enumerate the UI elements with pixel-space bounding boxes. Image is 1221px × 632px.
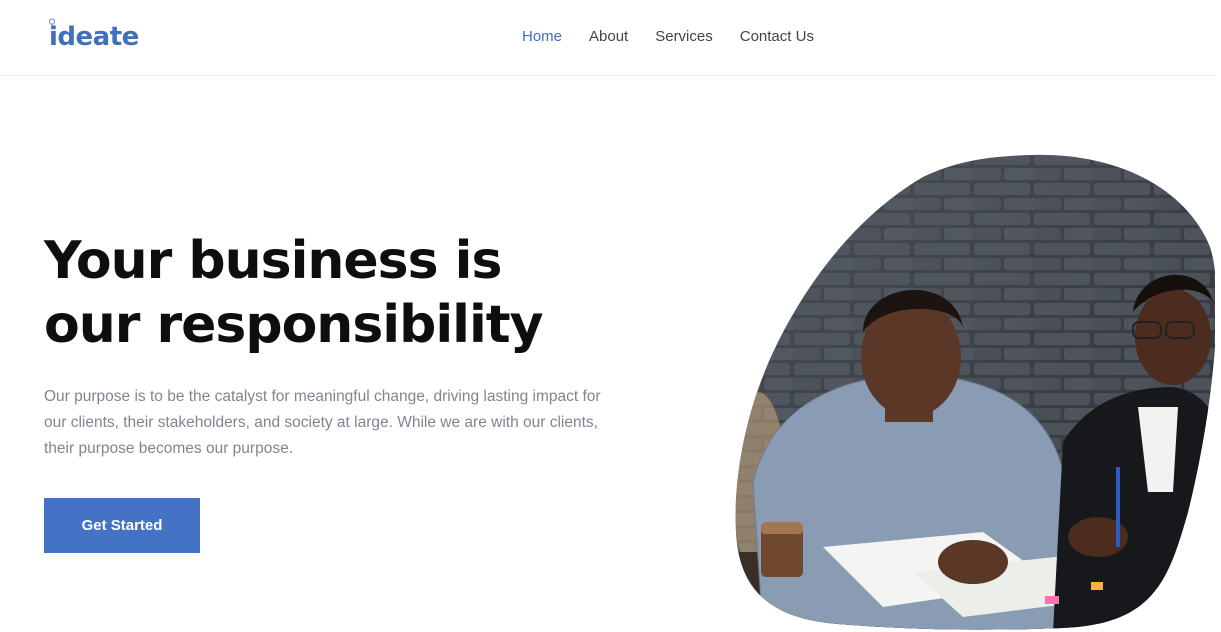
hero-image (735, 154, 1215, 630)
hero-description: Our purpose is to be the catalyst for me… (44, 388, 601, 457)
nav-item-about[interactable]: About (589, 28, 628, 46)
hero-title-line-2: our responsibility (44, 295, 544, 355)
brand-logo[interactable]: ideate (48, 18, 139, 58)
nav-item-services[interactable]: Services (655, 28, 713, 46)
nav-item-home[interactable]: Home (522, 28, 562, 46)
brand-name: ideate (49, 22, 139, 52)
navbar: ideate Home About Services Contact Us (0, 0, 1215, 76)
landing-page: ideate Home About Services Contact Us Yo… (0, 0, 1221, 632)
hero-title: Your business is our responsibility (44, 229, 664, 357)
hero-title-line-1: Your business is (44, 231, 502, 291)
get-started-button[interactable]: Get Started (44, 498, 200, 553)
nav-item-contact[interactable]: Contact Us (740, 28, 814, 46)
main-nav: Home About Services Contact Us (522, 28, 814, 46)
